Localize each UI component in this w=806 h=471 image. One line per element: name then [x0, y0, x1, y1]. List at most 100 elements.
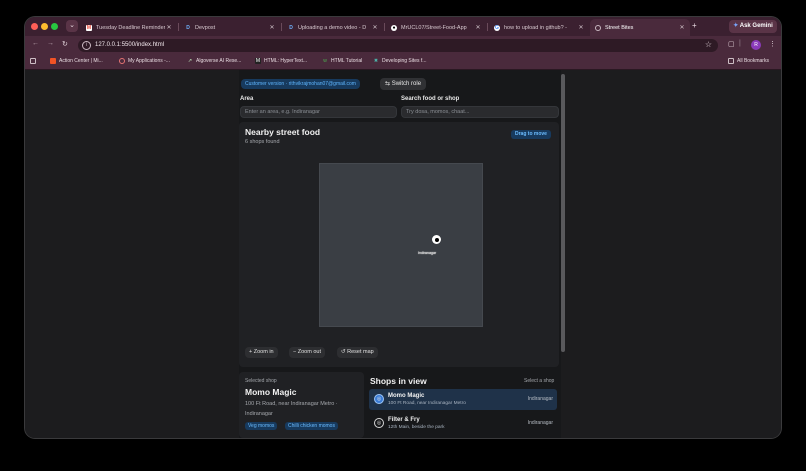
toolbar-divider: | [739, 40, 741, 47]
tab-separator [384, 23, 385, 31]
bookmark-html-hypertext[interactable]: M HTML: HyperText... [255, 58, 307, 64]
page-scrollbar[interactable] [561, 74, 565, 352]
search-label: Search food or shop [401, 96, 460, 102]
zoom-out-button[interactable]: − Zoom out [289, 347, 325, 358]
close-icon[interactable]: ✕ [268, 24, 276, 31]
bookmark-my-applications[interactable]: My Applications -... [119, 58, 170, 64]
menu-tag: Chilli chicken momos [285, 422, 338, 430]
select-shop-hint: Select a shop [524, 378, 555, 384]
nearby-panel: Nearby street food 6 shops found Drag to… [239, 122, 559, 367]
gemini-sparkle-icon: ✦ [733, 23, 739, 29]
bookmark-html-tutorial[interactable]: w HTML Tutorial [322, 58, 362, 64]
applications-icon [119, 58, 125, 64]
browser-window: ⌄ M Tuesday Deadline Reminder: ✕ D Devpo… [25, 17, 781, 438]
bookmark-action-center[interactable]: Action Center | Mi... [50, 58, 103, 64]
tab-separator [281, 23, 282, 31]
shops-in-view-title: Shops in view [370, 376, 427, 386]
shop-address: 100 Ft Road, near Indiranagar Metro [388, 401, 466, 406]
devpost-icon: D [186, 24, 190, 31]
bookmark-algoverse[interactable]: ↗ Algoverse AI Rese... [187, 58, 241, 64]
nearby-title: Nearby street food [245, 127, 321, 137]
devpost-icon: D [289, 24, 293, 31]
shop-name: Filter & Fry [388, 417, 420, 423]
w3schools-icon: w [323, 58, 327, 64]
microsoft-icon [50, 58, 56, 64]
developing-sites-icon: ✖ [373, 58, 379, 64]
shop-pin-icon: ◎ [374, 418, 384, 428]
close-icon[interactable]: ✕ [371, 24, 379, 31]
shop-name: Momo Magic [388, 393, 425, 399]
new-tab-button[interactable]: + [692, 21, 697, 30]
folder-icon [728, 58, 734, 64]
shop-count: 6 shops found [245, 139, 280, 145]
search-input[interactable] [401, 106, 559, 118]
all-bookmarks-button[interactable]: All Bookmarks [728, 58, 769, 64]
extensions-icon[interactable]: ▢ [728, 40, 735, 48]
switch-role-button[interactable]: ⇆ Switch role [380, 78, 427, 90]
shops-in-view: Shops in view Select a shop ◎ Momo Magic… [369, 372, 559, 438]
location-marker-icon[interactable] [432, 235, 441, 244]
tab-strip: ⌄ M Tuesday Deadline Reminder: ✕ D Devpo… [25, 17, 781, 36]
bookmark-developing-sites[interactable]: ✖ Developing Sites f... [373, 58, 427, 64]
reset-map-button[interactable]: ↺ Reset map [337, 347, 378, 358]
area-input[interactable] [240, 106, 397, 118]
maximize-window-button[interactable] [51, 23, 58, 30]
plus-icon: + [249, 349, 253, 355]
back-arrow-icon[interactable]: ← [32, 40, 39, 47]
minus-icon: − [293, 349, 297, 355]
browser-toolbar: ← → ↻ i 127.0.0.1:5500/index.html ☆ ▢ | … [25, 36, 781, 55]
url-text: 127.0.0.1:5500/index.html [95, 42, 165, 48]
close-icon[interactable]: ✕ [165, 24, 173, 31]
site-info-icon[interactable]: i [82, 41, 91, 50]
tab-separator [487, 23, 488, 31]
google-icon: G [494, 24, 500, 31]
minimize-window-button[interactable] [41, 23, 48, 30]
shop-list-item[interactable]: ◎ Momo Magic 100 Ft Road, near Indiranag… [369, 389, 557, 410]
shop-address: 12th Main, beside the park [388, 425, 445, 430]
tab-street-bites[interactable]: Street Bites ✕ [590, 19, 690, 36]
reload-icon[interactable]: ↻ [62, 40, 68, 48]
drag-hint-badge: Drag to move [511, 130, 551, 139]
bookmarks-bar: Action Center | Mi... My Applications -.… [25, 55, 781, 70]
tab-devpost[interactable]: D Devpost ✕ [180, 19, 280, 36]
shop-area: Indiranagar [527, 420, 553, 426]
marker-label: Indiranagar [418, 250, 437, 255]
zoom-in-button[interactable]: + Zoom in [245, 347, 278, 358]
user-badge: Customer version · rithvikrajmohan07@gma… [241, 79, 360, 89]
close-icon[interactable]: ✕ [474, 24, 482, 31]
tab-search-chevron-icon[interactable]: ⌄ [66, 20, 78, 32]
reset-icon: ↺ [341, 349, 346, 355]
forward-arrow-icon[interactable]: → [47, 40, 54, 47]
profile-avatar[interactable]: R [751, 40, 761, 50]
gmail-icon: M [86, 24, 92, 31]
tab-uploading-demo[interactable]: D Uploading a demo video - D ✕ [283, 19, 383, 36]
tab-github[interactable]: ● MrUCL07/Street-Food-App ✕ [386, 19, 486, 36]
tab-separator [178, 23, 179, 31]
selected-shop-address: 100 Ft Road, near Indiranagar Metro · In… [245, 401, 338, 417]
selected-shop-card: Selected shop Momo Magic 100 Ft Road, ne… [239, 372, 364, 438]
close-icon[interactable]: ✕ [577, 24, 585, 31]
selected-caption: Selected shop [245, 378, 277, 384]
shop-list-item[interactable]: ◎ Filter & Fry 12th Main, beside the par… [369, 413, 557, 434]
address-bar[interactable]: i 127.0.0.1:5500/index.html ☆ [78, 39, 718, 52]
close-window-button[interactable] [31, 23, 38, 30]
mdn-icon: M [255, 58, 261, 64]
street-bites-app: Customer version · rithvikrajmohan07@gma… [239, 70, 561, 438]
algoverse-icon: ↗ [187, 58, 193, 64]
more-menu-icon[interactable]: ⋮ [769, 40, 776, 48]
page-content: Customer version · rithvikrajmohan07@gma… [25, 70, 781, 438]
shop-area: Indiranagar [527, 396, 553, 402]
map-canvas[interactable]: Indiranagar [319, 163, 483, 327]
area-label: Area [240, 96, 254, 102]
apps-grid-icon[interactable] [30, 58, 39, 64]
bookmark-star-icon[interactable]: ☆ [705, 40, 712, 49]
switch-arrows-icon: ⇆ [385, 81, 391, 87]
menu-tag: Veg momos [245, 422, 278, 430]
close-icon[interactable]: ✕ [678, 24, 686, 31]
tab-gmail[interactable]: M Tuesday Deadline Reminder: ✕ [81, 19, 177, 36]
globe-icon [595, 24, 601, 31]
ask-gemini-button[interactable]: ✦ Ask Gemini [729, 20, 777, 33]
github-icon: ● [391, 24, 397, 31]
selected-shop-name: Momo Magic [245, 387, 297, 397]
tab-google[interactable]: G how to upload in github? - ✕ [489, 19, 589, 36]
